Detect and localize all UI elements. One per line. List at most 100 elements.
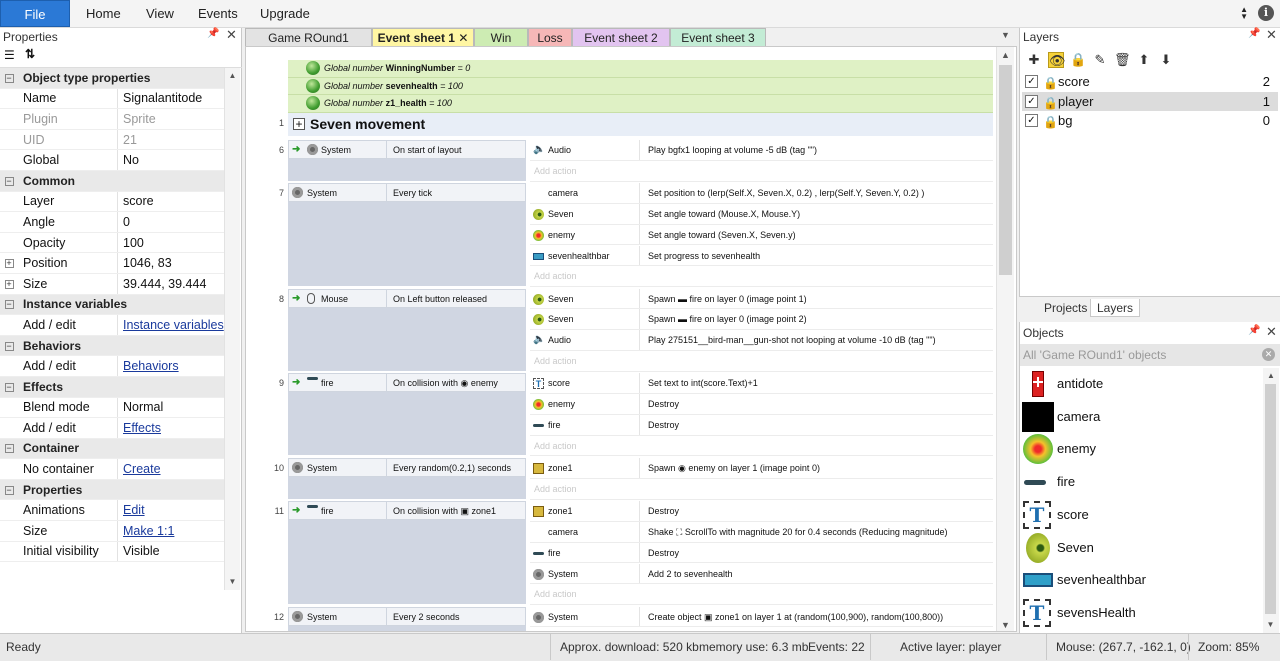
property-row[interactable]: Add / edit Behaviors xyxy=(0,356,224,377)
event-action[interactable]: System Add 2 to sevenhealth xyxy=(530,563,993,585)
property-row[interactable]: UID 21 xyxy=(0,129,224,151)
event-action[interactable]: Seven Spawn ▬ fire on layer 0 (image poin… xyxy=(530,309,993,331)
add-action-link[interactable]: Add action xyxy=(530,436,993,457)
global-variable[interactable]: Global number WinningNumber = 0 xyxy=(288,60,993,78)
property-row[interactable]: Global No xyxy=(0,150,224,171)
close-icon[interactable]: ✕ xyxy=(1266,27,1277,43)
pin-icon[interactable]: 📌 xyxy=(1248,325,1260,336)
property-value[interactable]: Signalantitode xyxy=(118,91,224,105)
tab-event-sheet-2[interactable]: Event sheet 2 xyxy=(572,28,670,46)
property-value[interactable]: 39.444, 39.444 xyxy=(118,277,224,291)
file-menu-button[interactable]: File xyxy=(0,0,70,27)
property-value[interactable]: 1046, 83 xyxy=(118,256,224,270)
add-action-link[interactable]: Add action xyxy=(530,627,993,631)
expand-icon[interactable]: + xyxy=(0,278,18,290)
tab-events[interactable]: Events xyxy=(198,0,238,28)
lock-closed-icon[interactable]: 🔒 xyxy=(1043,113,1058,132)
property-section[interactable]: − Properties xyxy=(0,479,224,501)
expand-icon[interactable]: − xyxy=(0,381,18,393)
expand-icon[interactable]: − xyxy=(0,72,18,84)
sort-alphabetical-icon[interactable]: ⇅ xyxy=(25,47,35,61)
info-icon[interactable]: i xyxy=(1258,5,1274,21)
visibility-checkbox[interactable]: ✓ xyxy=(1025,114,1038,127)
object-row[interactable]: sevenhealthbar xyxy=(1022,564,1262,596)
event-action[interactable]: camera Set position to (lerp(Self.X, Seve… xyxy=(530,183,993,204)
event-action[interactable]: fire Destroy xyxy=(530,542,993,564)
close-icon[interactable]: ✕ xyxy=(1266,324,1277,340)
expand-icon[interactable]: + xyxy=(0,257,18,269)
event-action[interactable]: 🔈 Audio Play bgfx1 looping at volume -5 dB… xyxy=(530,140,993,161)
tab-home[interactable]: Home xyxy=(86,0,121,28)
property-link[interactable]: Make 1:1 xyxy=(123,524,174,538)
add-action-link[interactable]: Add action xyxy=(530,161,993,182)
event-action[interactable]: zone1 Spawn ◉ enemy on layer 1 (image poi… xyxy=(530,458,993,479)
event-action[interactable]: camera Shake ⛶ ScrollTo with magnitude 20… xyxy=(530,521,993,543)
property-row[interactable]: No container Create xyxy=(0,459,224,480)
add-action-link[interactable]: Add action xyxy=(530,266,993,288)
tab-game-round1[interactable]: Game ROund1 xyxy=(245,28,372,46)
property-section[interactable]: − Object type properties xyxy=(0,68,224,89)
clear-filter-icon[interactable]: ✕ xyxy=(1262,348,1275,361)
categorized-view-icon[interactable]: ☰ xyxy=(4,48,15,62)
tab-overflow-icon[interactable]: ▼ xyxy=(1001,30,1010,40)
ribbon-collapse-icon[interactable]: ▲ ▼ xyxy=(1240,6,1248,21)
object-row[interactable]: fire xyxy=(1022,466,1262,498)
property-value[interactable]: Visible xyxy=(118,544,224,558)
event-action[interactable]: fire Destroy xyxy=(530,414,993,436)
event-condition[interactable]: ➜ fire On collision with ▣ zone1 xyxy=(288,501,526,521)
property-section[interactable]: − Common xyxy=(0,170,224,192)
property-value[interactable]: 21 xyxy=(118,133,224,147)
event-condition[interactable]: ➜ Mouse On Left button released xyxy=(288,288,526,308)
property-link[interactable]: Edit xyxy=(123,503,145,517)
properties-scrollbar[interactable]: ▲ ▼ xyxy=(224,68,240,590)
event-group[interactable]: + Seven movement xyxy=(288,113,993,136)
edit-icon[interactable]: ✎ xyxy=(1092,52,1108,68)
property-row[interactable]: Name Signalantitode xyxy=(0,88,224,110)
property-section[interactable]: − Effects xyxy=(0,376,224,398)
property-row[interactable]: Opacity 100 xyxy=(0,232,224,254)
property-section[interactable]: − Instance variables xyxy=(0,294,224,316)
pin-icon[interactable]: 📌 xyxy=(1248,28,1260,39)
property-value[interactable]: score xyxy=(118,194,224,208)
pin-icon[interactable]: 📌 xyxy=(207,28,219,39)
object-row[interactable]: TsevensHealth xyxy=(1022,597,1262,629)
event-action[interactable]: Tscore Set text to int(score.Text)+1 xyxy=(530,373,993,395)
property-row[interactable]: Plugin Sprite xyxy=(0,109,224,130)
event-condition[interactable]: System Every 2 seconds xyxy=(288,606,526,626)
event-action[interactable]: 🔈 Audio Play 275151__bird-man__gun-shot no… xyxy=(530,330,993,351)
event-action[interactable]: System Create object ▣ zone1 on layer 1 a… xyxy=(530,606,993,628)
property-value[interactable]: Normal xyxy=(118,400,224,414)
property-row[interactable]: Layer score xyxy=(0,191,224,213)
lock-icon[interactable]: 🔒 xyxy=(1070,52,1086,68)
expand-icon[interactable]: − xyxy=(0,298,18,310)
close-tab-icon[interactable]: ✕ xyxy=(455,31,468,45)
expand-icon[interactable]: − xyxy=(0,484,18,496)
object-row[interactable]: Seven xyxy=(1022,532,1262,564)
layer-row[interactable]: ✓ 🔒 player 1 xyxy=(1022,91,1278,111)
objects-filter-input[interactable]: All 'Game ROund1' objects ✕ xyxy=(1020,344,1280,366)
tab-event-sheet-1[interactable]: Event sheet 1 ✕ xyxy=(372,28,474,46)
event-action[interactable]: enemy Set angle toward (Seven.X, Seven.y) xyxy=(530,224,993,246)
property-link[interactable]: Instance variables xyxy=(123,318,224,332)
property-section[interactable]: − Behaviors xyxy=(0,335,224,357)
property-row[interactable]: Angle 0 xyxy=(0,212,224,233)
add-layer-icon[interactable]: ✚ xyxy=(1026,52,1042,68)
event-action[interactable]: Seven Set angle toward (Mouse.X, Mouse.Y) xyxy=(530,203,993,225)
tab-loss[interactable]: Loss xyxy=(528,28,572,46)
add-action-link[interactable]: Add action xyxy=(530,479,993,500)
property-section[interactable]: − Container xyxy=(0,438,224,460)
property-link[interactable]: Behaviors xyxy=(123,359,179,373)
visibility-checkbox[interactable]: ✓ xyxy=(1025,75,1038,88)
tab-layers[interactable]: Layers xyxy=(1090,299,1141,317)
global-variable[interactable]: Global number z1_health = 100 xyxy=(288,95,993,113)
move-down-icon[interactable]: ⬇ xyxy=(1158,52,1174,68)
event-condition[interactable]: ➜ System On start of layout xyxy=(288,140,526,159)
add-action-link[interactable]: Add action xyxy=(530,351,993,372)
objects-scrollbar[interactable]: ▲ ▼ xyxy=(1263,368,1279,633)
event-action[interactable]: Seven Spawn ▬ fire on layer 0 (image poin… xyxy=(530,288,993,310)
property-value[interactable]: 100 xyxy=(118,236,224,250)
event-sheet-scrollbar[interactable]: ▲ ▼ xyxy=(996,47,1014,631)
property-row[interactable]: Initial visibility Visible xyxy=(0,541,224,563)
property-row[interactable]: Blend mode Normal xyxy=(0,397,224,419)
tab-win[interactable]: Win xyxy=(474,28,528,46)
